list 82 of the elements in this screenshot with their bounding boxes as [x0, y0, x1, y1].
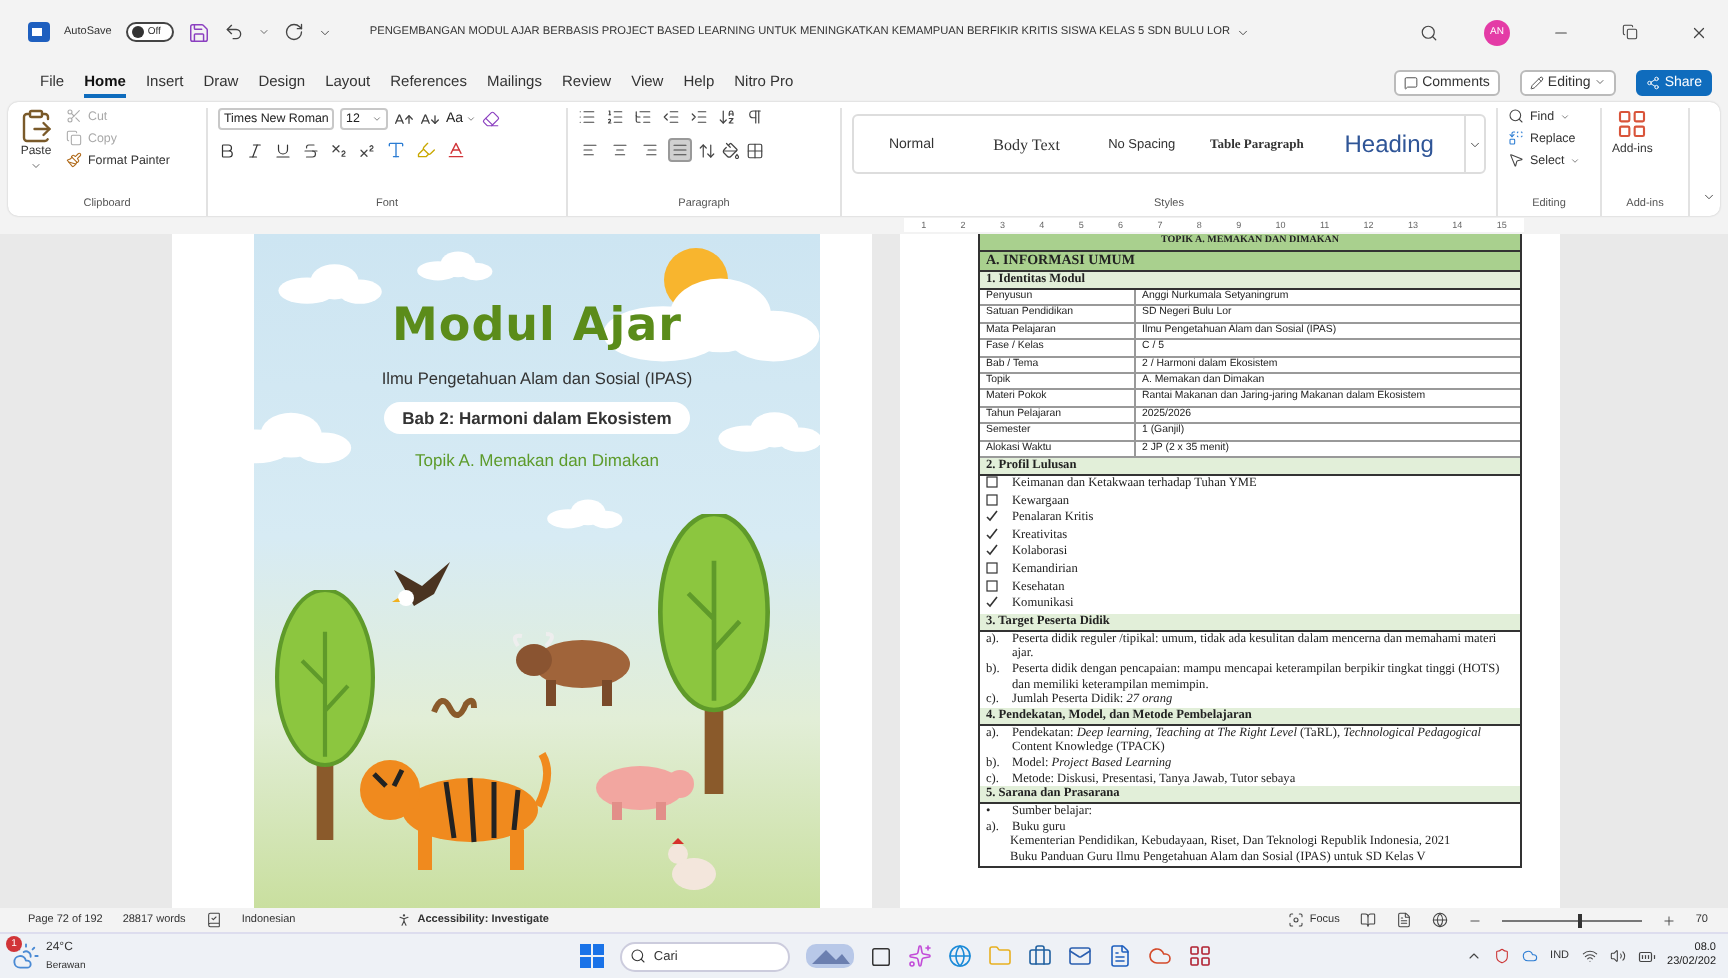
web-layout-icon[interactable]	[1431, 912, 1448, 928]
volume-icon[interactable]	[1609, 948, 1626, 964]
bold-icon[interactable]	[218, 141, 236, 159]
app-logo-icon	[28, 22, 50, 42]
line-spacing-icon[interactable]	[698, 141, 716, 159]
subscript-icon[interactable]	[330, 141, 348, 159]
shield-icon[interactable]	[1494, 948, 1511, 964]
clear-formatting-icon[interactable]	[481, 110, 500, 128]
restore-icon[interactable]	[1622, 24, 1638, 40]
cover-title: Modul Ajar	[392, 302, 682, 353]
underline-icon[interactable]	[274, 141, 292, 159]
share-icon[interactable]	[1646, 75, 1661, 89]
cloud-drawing	[414, 250, 494, 282]
search-icon[interactable]	[629, 947, 646, 963]
justify-button[interactable]	[668, 138, 692, 162]
windows-logo-icon[interactable]	[579, 944, 604, 968]
chevron-down-icon[interactable]	[1560, 111, 1571, 121]
chevron-down-icon[interactable]	[465, 114, 476, 124]
weather-icon[interactable]	[12, 942, 40, 970]
pencil-icon[interactable]	[1529, 75, 1544, 89]
focus-icon[interactable]	[1287, 912, 1304, 928]
sparkle-icon[interactable]	[907, 944, 932, 968]
cover-subtitle: Ilmu Pengetahuan Alam dan Sosial (IPAS)	[381, 368, 693, 389]
cloud-drawing	[544, 498, 624, 530]
strikethrough-icon[interactable]	[302, 141, 320, 159]
topic-label: Topik A. Memakan dan Dimakan	[415, 450, 659, 471]
cloud-drawing	[714, 410, 820, 454]
cloud-drawing	[274, 262, 384, 306]
multilevel-list-icon[interactable]	[634, 108, 652, 126]
decrease-indent-icon[interactable]	[662, 108, 680, 126]
superscript-icon[interactable]	[358, 141, 376, 159]
search-icon[interactable]	[1420, 23, 1438, 41]
style-option[interactable]: Heading	[1314, 130, 1464, 158]
sort-icon[interactable]	[718, 108, 736, 126]
customize-icon[interactable]	[317, 25, 332, 39]
close-icon[interactable]	[1690, 23, 1708, 41]
bullets-icon[interactable]	[578, 108, 596, 126]
chevron-down-icon[interactable]	[372, 114, 382, 124]
read-mode-icon[interactable]	[1359, 912, 1376, 928]
grid-icon[interactable]	[1616, 108, 1649, 140]
shading-icon[interactable]	[722, 141, 740, 159]
globe-icon[interactable]	[947, 944, 972, 968]
chevron-down-icon[interactable]	[1236, 25, 1251, 39]
replace-icon[interactable]	[1508, 130, 1524, 146]
more-styles-icon[interactable]	[1468, 137, 1482, 151]
increase-indent-icon[interactable]	[690, 108, 708, 126]
task-view-icon[interactable]	[869, 945, 892, 967]
chapter-label: Bab 2: Harmoni dalam Ekosistem	[384, 402, 690, 435]
collapse-ribbon-icon[interactable]	[1702, 190, 1716, 204]
undo-icon[interactable]	[223, 22, 244, 42]
cloud-icon[interactable]	[1522, 948, 1539, 964]
italic-icon[interactable]	[246, 141, 264, 159]
proofing-icon[interactable]	[205, 912, 222, 928]
shrink-font-icon[interactable]	[420, 109, 440, 129]
numbering-icon[interactable]	[606, 108, 624, 126]
grow-font-icon[interactable]	[394, 109, 414, 129]
chevron-up-icon[interactable]	[1466, 948, 1483, 964]
paste-icon[interactable]	[18, 108, 54, 144]
grid-app-icon[interactable]	[1187, 944, 1212, 968]
mail-icon[interactable]	[1067, 944, 1092, 968]
font-color-icon[interactable]	[446, 140, 466, 160]
briefcase-icon[interactable]	[1027, 944, 1052, 968]
comment-icon[interactable]	[1404, 75, 1419, 89]
print-layout-icon[interactable]	[1395, 912, 1412, 928]
redo-icon[interactable]	[283, 22, 304, 42]
zoom-thumb[interactable]	[1578, 913, 1583, 927]
document-icon[interactable]	[1107, 944, 1132, 968]
cursor-icon[interactable]	[1508, 152, 1524, 168]
paintbrush-icon[interactable]	[66, 152, 82, 168]
accessibility-icon[interactable]	[395, 912, 412, 928]
battery-icon[interactable]	[1637, 947, 1656, 965]
style-option[interactable]: Body Text	[969, 135, 1085, 153]
cloud-drawing	[254, 410, 354, 466]
save-icon[interactable]	[187, 21, 210, 43]
wifi-icon[interactable]	[1581, 948, 1598, 964]
chevron-down-icon[interactable]	[1570, 155, 1581, 165]
text-effects-icon[interactable]	[386, 140, 406, 160]
chicken-drawing	[662, 834, 722, 894]
pilcrow-icon[interactable]	[746, 108, 764, 126]
borders-icon[interactable]	[746, 141, 764, 159]
search-icon[interactable]	[1508, 108, 1524, 124]
landscape-thumbnail-icon[interactable]	[805, 944, 854, 968]
